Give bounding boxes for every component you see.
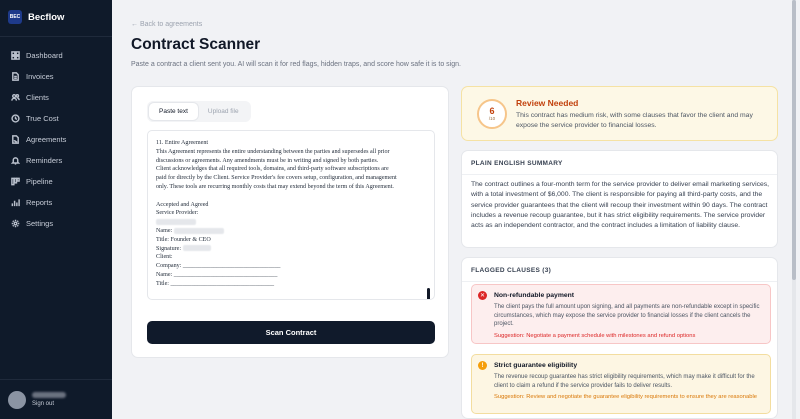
client-title-line: Title: _________________________________…: [156, 280, 275, 287]
signature-label: Signature:: [156, 245, 182, 252]
review-status-title: Review Needed: [516, 98, 579, 108]
bell-icon: [11, 156, 20, 165]
company-line: Company: _______________________________…: [156, 263, 281, 270]
sidebar-item-settings[interactable]: Settings: [0, 213, 112, 234]
provider-label: Service Provider:: [156, 210, 199, 217]
flagged-clauses-card: FLAGGED CLAUSES (3) ✕ Non-refundable pay…: [461, 257, 778, 419]
plain-english-summary-card: PLAIN ENGLISH SUMMARY The contract outli…: [461, 150, 778, 248]
warning-icon: !: [478, 361, 487, 370]
contract-line: paid for directly by the Client. Service…: [156, 175, 397, 182]
name-label: Name:: [156, 227, 173, 234]
file-signature-icon: [11, 135, 20, 144]
error-icon: ✕: [478, 291, 487, 300]
avatar[interactable]: [8, 390, 26, 409]
brand-logo: BEC: [8, 10, 22, 24]
clause-title: Strict guarantee eligibility: [494, 362, 578, 369]
clause-title: Non-refundable payment: [494, 292, 575, 299]
sidebar: BEC Becflow Dashboard Invoices Clients T…: [0, 0, 112, 419]
sidebar-item-label: Reminders: [26, 156, 63, 165]
flagged-clause[interactable]: ✕ Non-refundable payment The client pays…: [471, 284, 771, 344]
sidebar-item-agreements[interactable]: Agreements: [0, 129, 112, 150]
user-block: Sign out: [32, 392, 66, 407]
sign-out-link[interactable]: Sign out: [32, 401, 66, 407]
sidebar-item-reports[interactable]: Reports: [0, 192, 112, 213]
contract-line: only. These tools are recurring monthly …: [156, 183, 394, 190]
clause-description: The client pays the full amount upon sig…: [494, 304, 760, 328]
sidebar-item-label: Settings: [26, 219, 54, 228]
clause-description: The revenue recoup guarantee has strict …: [494, 374, 755, 389]
flagged-clause[interactable]: ! Strict guarantee eligibility The reven…: [471, 354, 771, 414]
input-mode-tabs: Paste text Upload file: [147, 101, 251, 122]
brand[interactable]: BEC Becflow: [0, 0, 112, 34]
page-scrollbar-thumb[interactable]: [792, 0, 796, 280]
redacted-text: [173, 227, 224, 234]
sidebar-item-label: Dashboard: [26, 51, 63, 60]
main-content: ← Back to agreements Contract Scanner Pa…: [112, 0, 796, 419]
sidebar-divider: [0, 36, 112, 37]
summary-heading: PLAIN ENGLISH SUMMARY: [462, 151, 777, 175]
sidebar-item-true-cost[interactable]: True Cost: [0, 108, 112, 129]
gear-icon: [11, 219, 20, 228]
pipeline-icon: [11, 177, 20, 186]
sidebar-item-invoices[interactable]: Invoices: [0, 66, 112, 87]
bar-chart-icon: [11, 198, 20, 207]
sidebar-item-clients[interactable]: Clients: [0, 87, 112, 108]
brand-name: Becflow: [28, 11, 65, 23]
grid-icon: [11, 51, 20, 60]
flagged-clauses-heading: FLAGGED CLAUSES (3): [462, 258, 777, 282]
sidebar-item-reminders[interactable]: Reminders: [0, 150, 112, 171]
page-scrollbar[interactable]: [792, 0, 796, 419]
summary-text: The contract outlines a four-month term …: [471, 181, 770, 230]
scan-contract-button[interactable]: Scan Contract: [147, 321, 435, 344]
scanner-card: Paste text Upload file 11. Entire Agreem…: [131, 86, 449, 358]
redacted-text: [182, 245, 211, 252]
contract-line: Client acknowledges that all required to…: [156, 166, 389, 173]
sidebar-item-label: Reports: [26, 198, 53, 207]
clock-icon: [11, 114, 20, 123]
contract-line: discussions or agreements. Any amendment…: [156, 157, 379, 164]
document-icon: [11, 72, 20, 81]
sidebar-item-dashboard[interactable]: Dashboard: [0, 45, 112, 66]
sidebar-item-pipeline[interactable]: Pipeline: [0, 171, 112, 192]
title-label: Title: Founder & CEO: [156, 236, 211, 243]
risk-score-max: /10: [488, 116, 496, 121]
redacted-text: [156, 218, 196, 225]
contract-line: 11. Entire Agreement: [156, 140, 209, 146]
back-to-agreements-link[interactable]: ← Back to agreements: [131, 21, 202, 28]
risk-score-badge: 6 /10: [477, 99, 507, 129]
risk-score-card: 6 /10 Review Needed This contract has me…: [461, 86, 778, 141]
client-name-line: Name: __________________________________: [156, 271, 278, 278]
tab-upload-file[interactable]: Upload file: [198, 103, 249, 120]
contract-text-area[interactable]: 11. Entire Agreement This Agreement repr…: [147, 130, 435, 300]
risk-score-value: 6: [489, 106, 495, 116]
page-title: Contract Scanner: [131, 36, 261, 53]
contract-line: This Agreement represents the entire und…: [156, 148, 390, 155]
clause-suggestion: Suggestion: Review and negotiate the gua…: [494, 394, 757, 401]
sidebar-item-label: Invoices: [26, 72, 54, 81]
users-icon: [11, 93, 20, 102]
signature-heading: Accepted and Agreed: [156, 201, 209, 208]
user-name-redacted: [32, 392, 66, 398]
sidebar-item-label: Agreements: [26, 135, 67, 144]
page-subtitle: Paste a contract a client sent you. AI w…: [131, 61, 461, 68]
clause-suggestion: Suggestion: Negotiate a payment schedule…: [494, 332, 696, 339]
sidebar-item-label: True Cost: [26, 114, 59, 123]
sidebar-footer: Sign out: [0, 379, 112, 419]
sidebar-item-label: Pipeline: [26, 177, 53, 186]
review-status-description: This contract has medium risk, with some…: [516, 112, 753, 129]
client-label: Client:: [156, 254, 173, 261]
sidebar-item-label: Clients: [26, 93, 49, 102]
contract-scrollbar[interactable]: [427, 288, 430, 299]
tab-paste-text[interactable]: Paste text: [149, 103, 198, 120]
